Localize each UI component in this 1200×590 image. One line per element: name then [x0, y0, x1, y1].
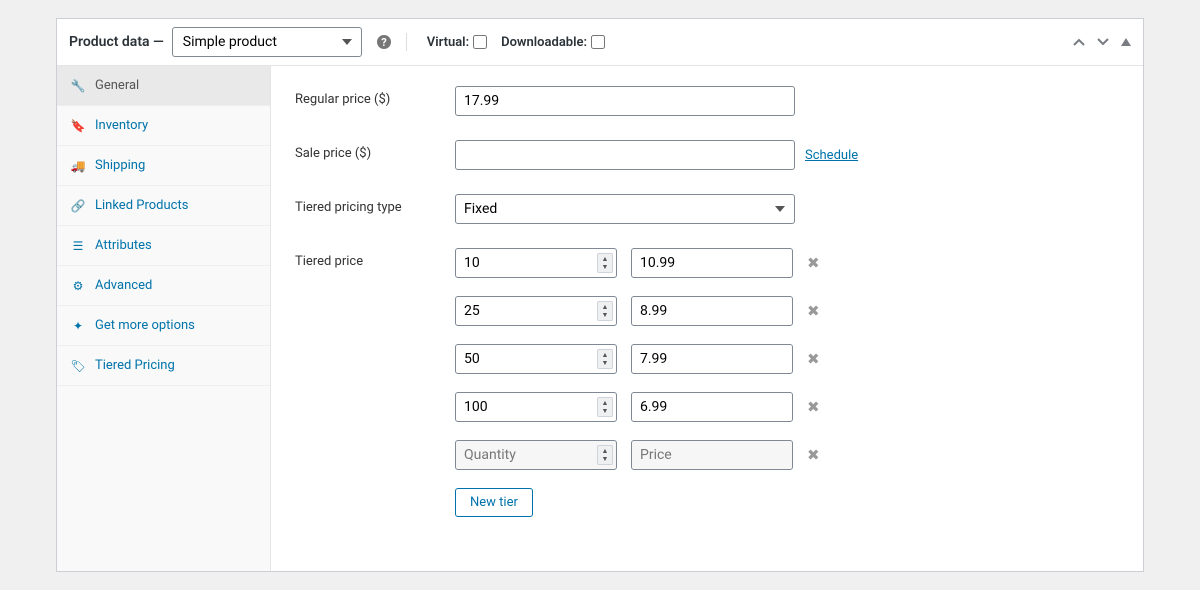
panel-body: 🔧 General 🔖 Inventory 🚚 Shipping 🔗 Linke…	[57, 66, 1143, 571]
tag-icon: 🔖	[71, 119, 85, 133]
virtual-checkbox[interactable]	[473, 35, 487, 49]
sidebar-item-label: Get more options	[95, 318, 195, 333]
virtual-label-text: Virtual:	[427, 35, 469, 50]
toggle-panel-icon[interactable]	[1121, 38, 1131, 46]
tier-rows: ▲▼ ✖ ▲▼ ✖	[455, 248, 820, 517]
sale-price-label: Sale price ($)	[295, 140, 455, 161]
tiered-pricing-type-label: Tiered pricing type	[295, 194, 455, 215]
stepper-icon[interactable]: ▲▼	[597, 253, 613, 273]
list-icon: ☰	[71, 239, 85, 253]
help-icon[interactable]: ?	[376, 34, 392, 50]
sidebar-item-get-more-options[interactable]: ✦ Get more options	[57, 306, 270, 346]
content-area: Regular price ($) Sale price ($) Schedul…	[271, 66, 1143, 571]
virtual-checkbox-label[interactable]: Virtual:	[427, 35, 487, 50]
regular-price-input[interactable]	[455, 86, 795, 116]
link-icon: 🔗	[71, 199, 85, 213]
stepper-icon[interactable]: ▲▼	[597, 301, 613, 321]
tier-row-placeholder: ▲▼ ✖	[455, 440, 820, 470]
panel-header-controls	[1073, 38, 1131, 46]
tier-qty-input[interactable]	[455, 392, 617, 422]
sidebar-item-label: Linked Products	[95, 198, 188, 213]
sidebar-item-advanced[interactable]: ⚙ Advanced	[57, 266, 270, 306]
sidebar-item-label: Inventory	[95, 118, 148, 133]
remove-tier-icon[interactable]: ✖	[807, 302, 820, 320]
product-data-label: Product data —	[69, 34, 164, 50]
sidebar: 🔧 General 🔖 Inventory 🚚 Shipping 🔗 Linke…	[57, 66, 271, 571]
sidebar-item-attributes[interactable]: ☰ Attributes	[57, 226, 270, 266]
stepper-icon[interactable]: ▲▼	[597, 349, 613, 369]
tiered-pricing-type-select[interactable]: Fixed	[455, 194, 795, 224]
tier-row: ▲▼ ✖	[455, 296, 820, 326]
separator	[406, 33, 407, 51]
remove-tier-icon[interactable]: ✖	[807, 254, 820, 272]
downloadable-checkbox-label[interactable]: Downloadable:	[501, 35, 605, 50]
sidebar-item-tiered-pricing[interactable]: 🏷 Tiered Pricing	[57, 346, 270, 386]
sidebar-item-shipping[interactable]: 🚚 Shipping	[57, 146, 270, 186]
sale-price-input[interactable]	[455, 140, 795, 170]
stepper-icon[interactable]: ▲▼	[597, 445, 613, 465]
sidebar-item-label: Tiered Pricing	[95, 358, 175, 373]
remove-tier-icon[interactable]: ✖	[807, 446, 820, 464]
sidebar-item-general[interactable]: 🔧 General	[57, 66, 270, 106]
product-type-select-wrap: Simple product	[172, 27, 362, 57]
regular-price-row: Regular price ($)	[295, 86, 1119, 116]
gear-icon: ⚙	[71, 279, 85, 293]
remove-tier-icon[interactable]: ✖	[807, 350, 820, 368]
remove-tier-icon[interactable]: ✖	[807, 398, 820, 416]
product-type-select[interactable]: Simple product	[172, 27, 362, 57]
sidebar-item-inventory[interactable]: 🔖 Inventory	[57, 106, 270, 146]
product-data-panel: Product data — Simple product ? Virtual:…	[56, 18, 1144, 572]
stepper-icon[interactable]: ▲▼	[597, 397, 613, 417]
sidebar-item-label: General	[95, 78, 139, 93]
tier-price-input[interactable]	[631, 248, 793, 278]
tier-price-input[interactable]	[631, 344, 793, 374]
svg-text:?: ?	[381, 36, 387, 49]
tiered-price-label: Tiered price	[295, 248, 455, 269]
sidebar-item-label: Advanced	[95, 278, 152, 293]
tier-qty-input[interactable]	[455, 296, 617, 326]
bolt-icon: ✦	[71, 319, 85, 333]
tier-price-input[interactable]	[631, 440, 793, 470]
tiered-pricing-type-row: Tiered pricing type Fixed	[295, 194, 1119, 224]
tier-price-input[interactable]	[631, 296, 793, 326]
new-tier-button[interactable]: New tier	[455, 488, 533, 517]
truck-icon: 🚚	[71, 159, 85, 173]
tier-qty-input[interactable]	[455, 440, 617, 470]
tier-qty-input[interactable]	[455, 344, 617, 374]
tier-price-input[interactable]	[631, 392, 793, 422]
downloadable-label-text: Downloadable:	[501, 35, 587, 50]
sale-price-row: Sale price ($) Schedule	[295, 140, 1119, 170]
tiered-pricing-type-select-wrap: Fixed	[455, 194, 795, 224]
new-tier-row: New tier	[455, 488, 820, 517]
schedule-link[interactable]: Schedule	[805, 148, 858, 163]
sidebar-item-label: Shipping	[95, 158, 145, 173]
tier-row: ▲▼ ✖	[455, 392, 820, 422]
move-down-icon[interactable]	[1097, 38, 1109, 46]
downloadable-checkbox[interactable]	[591, 35, 605, 49]
wrench-icon: 🔧	[71, 79, 85, 93]
tier-qty-input[interactable]	[455, 248, 617, 278]
sidebar-item-label: Attributes	[95, 238, 152, 253]
pricetag-icon: 🏷	[71, 359, 85, 373]
tier-row: ▲▼ ✖	[455, 248, 820, 278]
panel-header: Product data — Simple product ? Virtual:…	[57, 19, 1143, 66]
tier-row: ▲▼ ✖	[455, 344, 820, 374]
tiered-price-row: Tiered price ▲▼ ✖ ▲▼	[295, 248, 1119, 517]
sidebar-item-linked-products[interactable]: 🔗 Linked Products	[57, 186, 270, 226]
move-up-icon[interactable]	[1073, 38, 1085, 46]
regular-price-label: Regular price ($)	[295, 86, 455, 107]
